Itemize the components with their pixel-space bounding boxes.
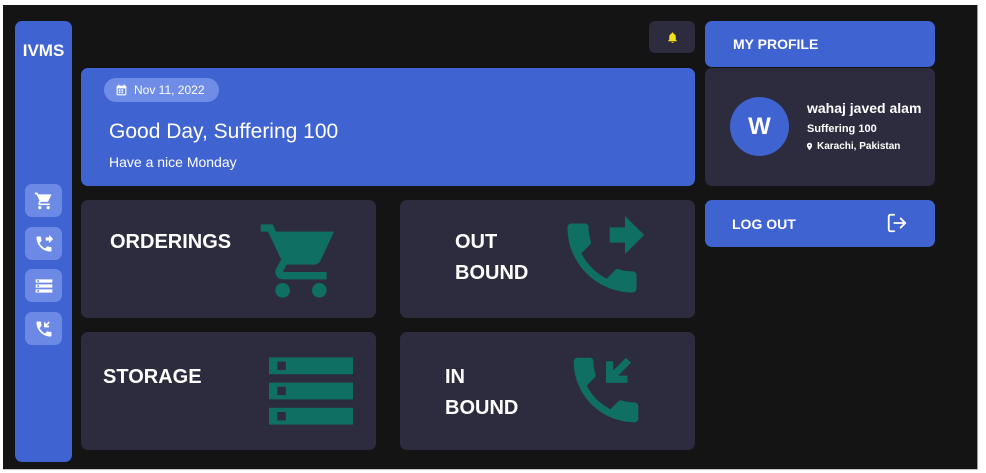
profile-name: wahaj javed alam [807,100,922,116]
storage-label: STORAGE [103,366,202,388]
sidebar-item-inbound[interactable] [25,312,62,345]
inbound-label: IN BOUND [445,366,519,419]
phone-outbound-icon [36,234,53,251]
sidebar: IVMS [15,21,72,462]
app-window: IVMS Nov 11, 2022 Good Day, Suffering 10… [3,5,977,469]
avatar: W [730,97,789,156]
profile-card: W wahaj javed alam Suffering 100 Karachi… [705,68,935,186]
my-profile-button[interactable]: MY PROFILE [705,21,935,67]
date-badge: Nov 11, 2022 [104,78,219,102]
inbound-tile[interactable]: IN BOUND [400,332,695,450]
map-pin-icon [806,142,813,151]
sidebar-item-outbound[interactable] [25,227,62,260]
storage-tile[interactable]: STORAGE [81,332,376,450]
calendar-icon [116,84,127,95]
window-edge-right [977,5,978,469]
storage-icon [269,357,353,425]
notifications-button[interactable] [649,21,695,53]
window-edge-bottom [3,469,978,470]
bell-icon [667,31,677,43]
date-text: Nov 11, 2022 [134,83,205,97]
logout-label: LOG OUT [732,216,796,232]
cart-icon [34,192,51,209]
profile-location: Karachi, Pakistan [805,141,900,152]
logout-button[interactable]: LOG OUT [705,200,935,247]
phone-outbound-icon [567,215,645,293]
phone-inbound-icon [36,321,51,336]
orderings-label: ORDERINGS [110,231,232,253]
cart-icon [260,224,334,298]
phone-inbound-icon [573,357,639,423]
orderings-tile[interactable]: ORDERINGS [81,200,376,318]
sidebar-item-storage[interactable] [25,269,62,302]
profile-location-text: Karachi, Pakistan [817,141,901,152]
greeting-title: Good Day, Suffering 100 [109,120,339,143]
profile-org: Suffering 100 [807,123,877,135]
outbound-tile[interactable]: OUT BOUND [400,200,695,318]
storage-icon [35,278,52,293]
sidebar-item-orderings[interactable] [25,184,62,217]
outbound-label: OUT BOUND [455,231,529,284]
greeting-subtitle: Have a nice Monday [109,154,237,170]
brand-logo: IVMS [22,41,65,60]
my-profile-label: MY PROFILE [733,36,819,52]
logout-icon [887,213,907,233]
welcome-banner: Nov 11, 2022 Good Day, Suffering 100 Hav… [81,68,695,186]
